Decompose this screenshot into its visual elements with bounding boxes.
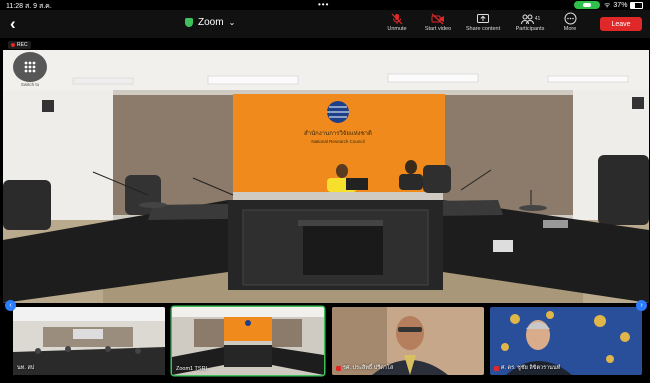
meeting-toolbar: ‹ Zoom ⌄ Unmute Start video Share conten…: [0, 10, 650, 38]
participant-thumbnail-active-speaker[interactable]: Zoom1 TSRI: [172, 307, 324, 375]
mic-muted-icon: [336, 365, 341, 371]
share-screen-icon: [460, 12, 506, 25]
main-video-feed: สำนักงานการวิจัยแห่งชาติ National Resear…: [3, 50, 649, 303]
battery-icon: [630, 2, 644, 9]
switch-view-label: Switch to: [20, 82, 40, 87]
participant-name: รศ. ประสิทธิ์ ปรีดาโส: [336, 364, 393, 372]
participants-label: Participants: [515, 26, 545, 32]
participant-video: [172, 307, 324, 375]
share-content-label: Share content: [465, 26, 501, 32]
active-call-pill: [574, 1, 600, 9]
start-video-label: Start video: [424, 26, 452, 32]
shield-icon: [185, 18, 193, 27]
more-label: More: [563, 26, 577, 32]
battery-percent: 37%: [613, 2, 628, 9]
mic-muted-icon: [494, 365, 499, 371]
banner-line-2: National Research Council: [311, 139, 364, 144]
participant-video: [13, 307, 165, 375]
share-content-button[interactable]: Share content: [460, 12, 506, 32]
participant-thumbnail[interactable]: รศ. ประสิทธิ์ ปรีดาโส: [332, 307, 484, 375]
participants-icon: 41: [509, 12, 551, 25]
participant-thumbnail-strip: นท. สป Zoom1 TSRI รศ. ประสิทธิ์ ปรีดาโส …: [0, 303, 650, 383]
participant-thumbnail[interactable]: นท. สป: [13, 307, 165, 375]
participant-name: Zoom1 TSRI: [176, 366, 208, 372]
meeting-title-dropdown[interactable]: Zoom ⌄: [185, 17, 235, 28]
participant-name: ศ. ดร. ชูชัย ลิขิตวรานนท์: [494, 364, 560, 372]
switch-view-button[interactable]: [13, 52, 47, 82]
participants-button[interactable]: 41 Participants: [509, 12, 551, 32]
leave-button[interactable]: Leave: [600, 17, 642, 31]
back-button[interactable]: ‹: [10, 14, 16, 34]
meeting-room-scene: สำนักงานการวิจัยแห่งชาติ National Resear…: [3, 50, 649, 303]
recording-label: REC: [17, 42, 28, 48]
previous-page-button[interactable]: ‹: [5, 300, 16, 311]
participants-count: 41: [534, 15, 541, 22]
system-indicators: ᯤ 37%: [604, 1, 644, 10]
recording-badge: REC: [8, 41, 31, 49]
more-button[interactable]: More: [558, 12, 582, 32]
banner-line-1: สำนักงานการวิจัยแห่งชาติ: [304, 130, 372, 137]
unmute-label: Unmute: [387, 26, 407, 32]
grid-icon: [24, 61, 36, 73]
unmute-button[interactable]: Unmute: [382, 12, 412, 32]
wifi-icon: ᯤ: [604, 2, 611, 9]
meeting-title: Zoom: [198, 17, 224, 28]
next-page-button[interactable]: ›: [636, 300, 647, 311]
multitask-dots: •••: [318, 0, 330, 9]
video-off-icon: [419, 12, 457, 25]
participant-thumbnail[interactable]: ศ. ดร. ชูชัย ลิขิตวรานนท์: [490, 307, 642, 375]
participant-name: นท. สป: [17, 365, 35, 371]
recording-dot-icon: [11, 43, 15, 47]
status-bar: 11:28 ส. 9 ส.ค. ••• ᯤ 37%: [0, 0, 650, 10]
chevron-down-icon: ⌄: [228, 18, 236, 27]
start-video-button[interactable]: Start video: [419, 12, 457, 32]
more-icon: [558, 12, 582, 25]
mic-muted-icon: [382, 12, 412, 25]
